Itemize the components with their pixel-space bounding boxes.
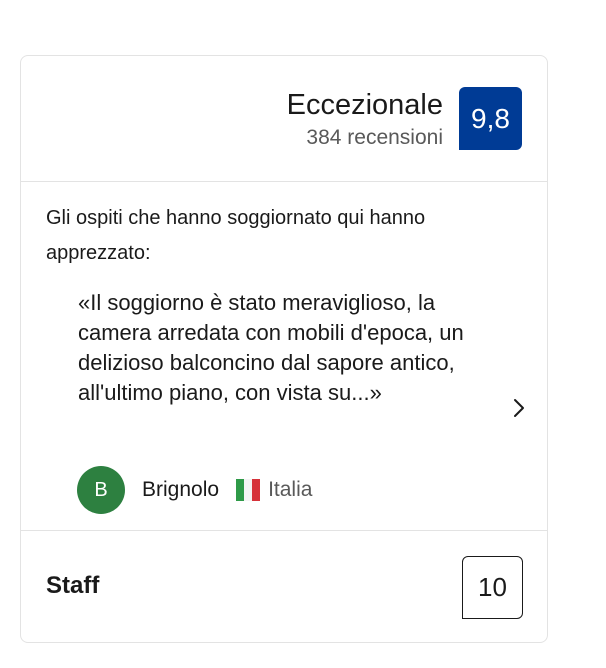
italy-flag-icon bbox=[236, 479, 261, 501]
category-label: Staff bbox=[46, 572, 100, 599]
highlight-intro: Gli ospiti che hanno soggiornato qui han… bbox=[46, 207, 426, 264]
review-quote: «Il soggiorno è stato meraviglioso, la c… bbox=[78, 290, 464, 405]
rating-header[interactable]: Eccezionale 384 recensioni 9,8 bbox=[21, 56, 547, 182]
chevron-right-icon[interactable] bbox=[509, 396, 529, 420]
review-summary-card: Eccezionale 384 recensioni 9,8 Gli ospit… bbox=[20, 55, 548, 643]
avatar: B bbox=[77, 466, 125, 514]
divider bbox=[21, 530, 547, 531]
review-count[interactable]: 384 recensioni bbox=[306, 126, 443, 150]
reviewer-info: B Brignolo Italia bbox=[77, 466, 312, 514]
rating-word: Eccezionale bbox=[286, 89, 443, 121]
reviewer-name: Brignolo bbox=[142, 478, 220, 501]
score-badge: 9,8 bbox=[459, 87, 522, 150]
category-score-badge: 10 bbox=[462, 556, 523, 619]
reviewer-country: Italia bbox=[268, 478, 313, 501]
